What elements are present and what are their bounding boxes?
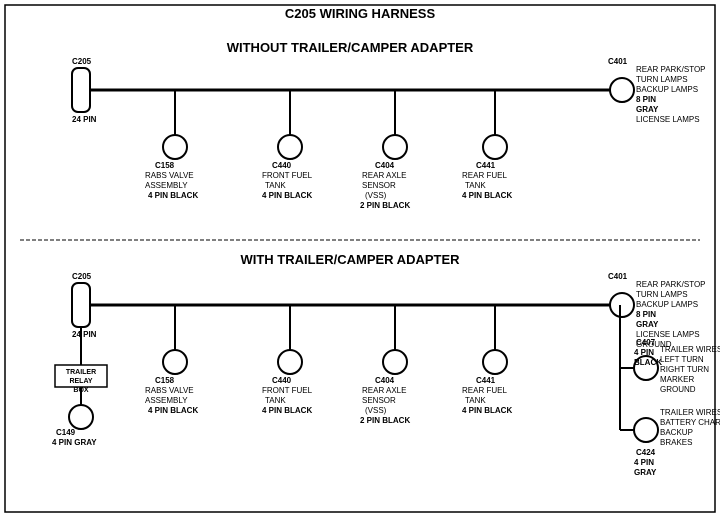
- c404-bottom-label: C404: [375, 376, 395, 385]
- c401-top-pin: 8 PIN: [636, 95, 656, 104]
- c440-bottom-connector: [278, 350, 302, 374]
- c401-bottom-desc1: REAR PARK/STOP: [636, 280, 706, 289]
- c440-bottom-label: C440: [272, 376, 292, 385]
- c424-desc-backup: BACKUP: [660, 428, 693, 437]
- c441-top-desc2: TANK: [465, 181, 486, 190]
- c401-top-color: GRAY: [636, 105, 659, 114]
- c158-top-connector: [163, 135, 187, 159]
- c205-top-label: C205: [72, 57, 92, 66]
- relay-box-label2: RELAY: [69, 378, 92, 385]
- c424-desc-battery: BATTERY CHARGE: [660, 418, 720, 427]
- bottom-section-title: WITH TRAILER/CAMPER ADAPTER: [240, 252, 460, 267]
- c424-label: C424: [636, 448, 656, 457]
- c404-bottom-desc2: SENSOR: [362, 396, 396, 405]
- diagram-container: C205 WIRING HARNESS WITHOUT TRAILER/CAMP…: [0, 0, 720, 517]
- c440-top-desc1: FRONT FUEL: [262, 171, 313, 180]
- c407-color: BLACK: [634, 358, 662, 367]
- c424-pin: 4 PIN: [634, 458, 654, 467]
- c158-bottom-desc1: RABS VALVE: [145, 386, 194, 395]
- c401-top-label: C401: [608, 57, 628, 66]
- c404-top-pin: 2 PIN BLACK: [360, 201, 410, 210]
- c407-desc-trailer: TRAILER WIRES: [660, 345, 720, 354]
- c441-top-desc1: REAR FUEL: [462, 171, 507, 180]
- relay-box-label1: TRAILER: [66, 369, 96, 376]
- c407-pin: 4 PIN: [634, 348, 654, 357]
- c401-top-desc1: REAR PARK/STOP: [636, 65, 706, 74]
- c407-desc-rt: RIGHT TURN: [660, 365, 709, 374]
- c440-top-desc2: TANK: [265, 181, 286, 190]
- c205-top-pin-label: 24 PIN: [72, 115, 97, 124]
- c441-bottom-pin: 4 PIN BLACK: [462, 406, 512, 415]
- c205-bottom-connector: [72, 283, 90, 327]
- c441-top-label: C441: [476, 161, 496, 170]
- c401-bottom-color: GRAY: [636, 320, 659, 329]
- c401-bottom-desc3: BACKUP LAMPS: [636, 300, 698, 309]
- c440-bottom-desc2: TANK: [265, 396, 286, 405]
- c424-connector: [634, 418, 658, 442]
- c205-top-connector: [72, 68, 90, 112]
- c401-bottom-desc2: TURN LAMPS: [636, 290, 688, 299]
- top-section-title: WITHOUT TRAILER/CAMPER ADAPTER: [227, 40, 474, 55]
- c149-connector: [69, 405, 93, 429]
- c440-top-connector: [278, 135, 302, 159]
- c401-bottom-connector: [610, 293, 634, 317]
- c149-pin: 4 PIN GRAY: [52, 438, 97, 447]
- c407-desc-marker: MARKER: [660, 375, 694, 384]
- c404-bottom-connector: [383, 350, 407, 374]
- c401-bottom-pin: 8 PIN: [636, 310, 656, 319]
- c440-top-label: C440: [272, 161, 292, 170]
- c158-bottom-connector: [163, 350, 187, 374]
- c158-bottom-pin: 4 PIN BLACK: [148, 406, 198, 415]
- c424-color: GRAY: [634, 468, 657, 477]
- c424-desc-brakes: BRAKES: [660, 438, 692, 447]
- c440-bottom-desc1: FRONT FUEL: [262, 386, 313, 395]
- c404-top-label: C404: [375, 161, 395, 170]
- c158-top-desc1: RABS VALVE: [145, 171, 194, 180]
- wiring-diagram-svg: C205 WIRING HARNESS WITHOUT TRAILER/CAMP…: [0, 0, 720, 517]
- c440-bottom-pin: 4 PIN BLACK: [262, 406, 312, 415]
- c404-top-desc3: (VSS): [365, 191, 387, 200]
- c401-top-desc4: LICENSE LAMPS: [636, 115, 700, 124]
- c401-top-connector: [610, 78, 634, 102]
- c404-bottom-desc1: REAR AXLE: [362, 386, 406, 395]
- c401-bottom-label: C401: [608, 272, 628, 281]
- c441-top-connector: [483, 135, 507, 159]
- c149-label: C149: [56, 428, 76, 437]
- c158-top-desc2: ASSEMBLY: [145, 181, 188, 190]
- c404-bottom-pin: 2 PIN BLACK: [360, 416, 410, 425]
- c441-bottom-desc1: REAR FUEL: [462, 386, 507, 395]
- c404-top-desc1: REAR AXLE: [362, 171, 406, 180]
- c441-top-pin: 4 PIN BLACK: [462, 191, 512, 200]
- c158-top-pin: 4 PIN BLACK: [148, 191, 198, 200]
- c404-top-connector: [383, 135, 407, 159]
- c441-bottom-label: C441: [476, 376, 496, 385]
- page-title: C205 WIRING HARNESS: [285, 6, 436, 21]
- c158-bottom-label: C158: [155, 376, 175, 385]
- c407-desc-ground: GROUND: [660, 385, 696, 394]
- c440-top-pin: 4 PIN BLACK: [262, 191, 312, 200]
- c401-top-desc2: TURN LAMPS: [636, 75, 688, 84]
- c441-bottom-connector: [483, 350, 507, 374]
- c441-bottom-desc2: TANK: [465, 396, 486, 405]
- c401-top-desc3: BACKUP LAMPS: [636, 85, 698, 94]
- c407-desc-lt: LEFT TURN: [660, 355, 704, 364]
- c158-top-label: C158: [155, 161, 175, 170]
- c404-bottom-desc3: (VSS): [365, 406, 387, 415]
- c407-label: C407: [636, 338, 656, 347]
- c404-top-desc2: SENSOR: [362, 181, 396, 190]
- c424-desc-trailer: TRAILER WIRES: [660, 408, 720, 417]
- c205-bottom-label: C205: [72, 272, 92, 281]
- c158-bottom-desc2: ASSEMBLY: [145, 396, 188, 405]
- c205-bottom-pin-label: 24 PIN: [72, 330, 97, 339]
